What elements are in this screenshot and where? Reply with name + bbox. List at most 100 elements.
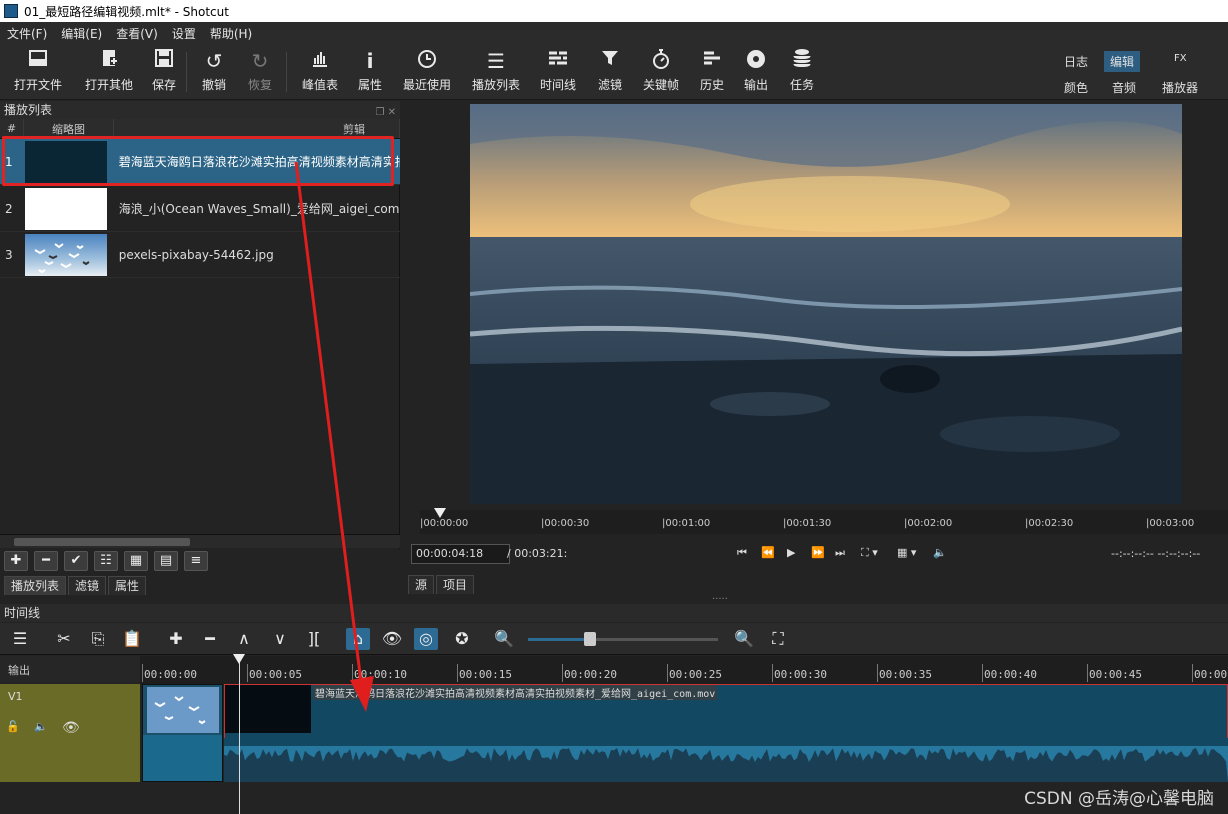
keyframes-button[interactable]: 关键帧 <box>640 48 682 93</box>
copy-icon[interactable]: ⎘ <box>86 628 110 650</box>
tab-filters[interactable]: 滤镜 <box>68 576 107 595</box>
export-button[interactable]: 输出 <box>740 48 772 93</box>
timeline-button[interactable]: 时间线 <box>536 48 580 93</box>
player-ruler-label: |00:02:00 <box>904 518 953 529</box>
zoom-slider-handle[interactable] <box>584 632 596 646</box>
zoom-in-icon[interactable]: 🔍 <box>732 628 756 650</box>
history-button[interactable]: 历史 <box>696 48 728 93</box>
lift-icon[interactable]: ∧ <box>232 628 256 650</box>
tab-playlist[interactable]: 播放列表 <box>4 576 67 595</box>
ruler-tick <box>877 664 878 682</box>
zoom-out-icon[interactable]: 🔍 <box>492 628 516 650</box>
ruler-tick <box>1192 664 1193 682</box>
timeline-playhead[interactable] <box>239 656 240 814</box>
zoom-fit-icon[interactable]: ⛶ <box>766 628 790 650</box>
menu-edit[interactable]: 编辑(E) <box>54 25 109 42</box>
grid-icon[interactable]: ▦ ▾ <box>897 546 916 559</box>
scrollbar-thumb[interactable] <box>14 538 190 546</box>
cut-icon[interactable]: ✂ <box>52 628 76 650</box>
annotation-arrow <box>294 161 374 712</box>
ruler-tick <box>667 664 668 682</box>
funnel-icon <box>594 48 626 74</box>
tab-properties[interactable]: 属性 <box>108 576 147 595</box>
playlist-button[interactable]: ☰ 播放列表 <box>468 48 524 93</box>
tiles-view-icon[interactable]: ▦ <box>124 551 148 571</box>
menu-settings[interactable]: 设置 <box>165 25 203 42</box>
play-icon[interactable]: ▶ <box>787 546 795 559</box>
track-header-v1[interactable]: V1 🔓 🔈 👁 <box>0 684 140 782</box>
filters-button[interactable]: 滤镜 <box>594 48 626 93</box>
player-playhead-icon[interactable] <box>434 508 446 518</box>
remove-icon[interactable]: ━ <box>34 551 58 571</box>
recent-button[interactable]: 最近使用 <box>398 48 456 93</box>
ripple-all-icon[interactable]: ✪ <box>450 628 474 650</box>
update-check-icon[interactable]: ✔ <box>64 551 88 571</box>
timecode-field[interactable]: 00:00:04:18 <box>411 544 510 564</box>
timeline-ruler-label: 00:00:25 <box>669 668 722 681</box>
icons-view-icon[interactable]: ▤ <box>154 551 178 571</box>
jobs-button[interactable]: 任务 <box>786 48 818 93</box>
overwrite-icon[interactable]: ∨ <box>268 628 292 650</box>
open-other-button[interactable]: 打开其他 <box>80 48 138 93</box>
peak-meter-button[interactable]: 峰值表 <box>298 48 342 93</box>
menu-help[interactable]: 帮助(H) <box>203 25 259 42</box>
save-button[interactable]: 保存 <box>148 48 180 93</box>
layout-fx-button[interactable]: FX <box>1168 51 1193 66</box>
paste-icon[interactable]: 📋 <box>120 628 144 650</box>
scrub-icon[interactable]: 👁 <box>380 628 404 650</box>
menu-bar: 文件(F) 编辑(E) 查看(V) 设置 帮助(H) <box>0 22 1228 44</box>
ripple-delete-icon[interactable]: ━ <box>198 628 222 650</box>
zoom-slider[interactable] <box>528 638 718 641</box>
ruler-tick <box>457 664 458 682</box>
playlist-menu-icon[interactable]: ≡ <box>184 551 208 571</box>
ruler-tick <box>982 664 983 682</box>
video-preview[interactable] <box>470 104 1182 504</box>
timeline-ruler-label: 00:00:30 <box>774 668 827 681</box>
properties-button[interactable]: i 属性 <box>354 48 386 93</box>
ripple-icon[interactable]: ◎ <box>414 628 438 650</box>
layout-audio-button[interactable]: 音频 <box>1106 77 1142 98</box>
tab-project[interactable]: 项目 <box>436 575 475 594</box>
timeline-menu-icon[interactable]: ☰ <box>8 628 32 650</box>
disc-icon <box>740 48 772 74</box>
database-icon <box>786 48 818 74</box>
skip-to-end-icon[interactable]: ⏭ <box>835 546 845 560</box>
history-icon <box>696 48 728 74</box>
layout-edit-button[interactable]: 编辑 <box>1104 51 1141 72</box>
volume-icon[interactable]: 🔈 <box>933 546 947 559</box>
layout-log-button[interactable]: 日志 <box>1058 51 1094 72</box>
layout-color-button[interactable]: 颜色 <box>1058 77 1094 98</box>
ruler-tick <box>562 664 563 682</box>
timeline-clip-image[interactable] <box>142 684 223 782</box>
menu-file[interactable]: 文件(F) <box>0 25 54 42</box>
open-file-button[interactable]: 打开文件 <box>12 48 64 93</box>
skip-to-start-icon[interactable]: ⏮ <box>737 546 747 560</box>
menu-view[interactable]: 查看(V) <box>109 25 165 42</box>
details-view-icon[interactable]: ☷ <box>94 551 118 571</box>
undo-button[interactable]: ↺ 撤销 <box>198 48 230 93</box>
player-ruler-label: |00:00:30 <box>541 518 590 529</box>
layout-player-button[interactable]: 播放器 <box>1156 77 1204 98</box>
zoom-icon[interactable]: ⛶ ▾ <box>861 546 878 560</box>
ruler-tick <box>772 664 773 682</box>
player-time-ruler[interactable]: |00:00:00 |00:00:30 |00:01:00 |00:01:30 |00:… <box>420 510 1228 534</box>
timeline-ruler-label: 00:00:35 <box>879 668 932 681</box>
stopwatch-icon <box>640 48 682 74</box>
timeline-playhead-icon[interactable] <box>233 654 245 664</box>
timeline-panel-title: 时间线 <box>0 604 1228 622</box>
transport-bar: 00:00:04:18 / 00:03:21: ⏮ ⏪ ▶ ⏩ ⏭ ⛶ ▾ ▦ … <box>401 540 1228 566</box>
append-icon[interactable]: ✚ <box>164 628 188 650</box>
duration-label: / 00:03:21: <box>507 547 568 560</box>
mute-icon[interactable]: 🔈 <box>34 720 48 733</box>
eye-icon[interactable]: 👁 <box>62 720 80 736</box>
fast-forward-icon[interactable]: ⏩ <box>811 546 825 559</box>
info-icon: i <box>366 49 374 73</box>
rewind-icon[interactable]: ⏪ <box>761 546 775 559</box>
tab-source[interactable]: 源 <box>408 575 435 594</box>
lock-icon[interactable]: 🔓 <box>6 720 20 733</box>
add-icon[interactable]: ✚ <box>4 551 28 571</box>
player-ruler-label: |00:02:30 <box>1025 518 1074 529</box>
in-out-points: --:--:--:-- --:--:--:-- <box>1111 547 1201 560</box>
clock-icon <box>398 48 456 74</box>
redo-button[interactable]: ↻ 恢复 <box>244 48 276 93</box>
